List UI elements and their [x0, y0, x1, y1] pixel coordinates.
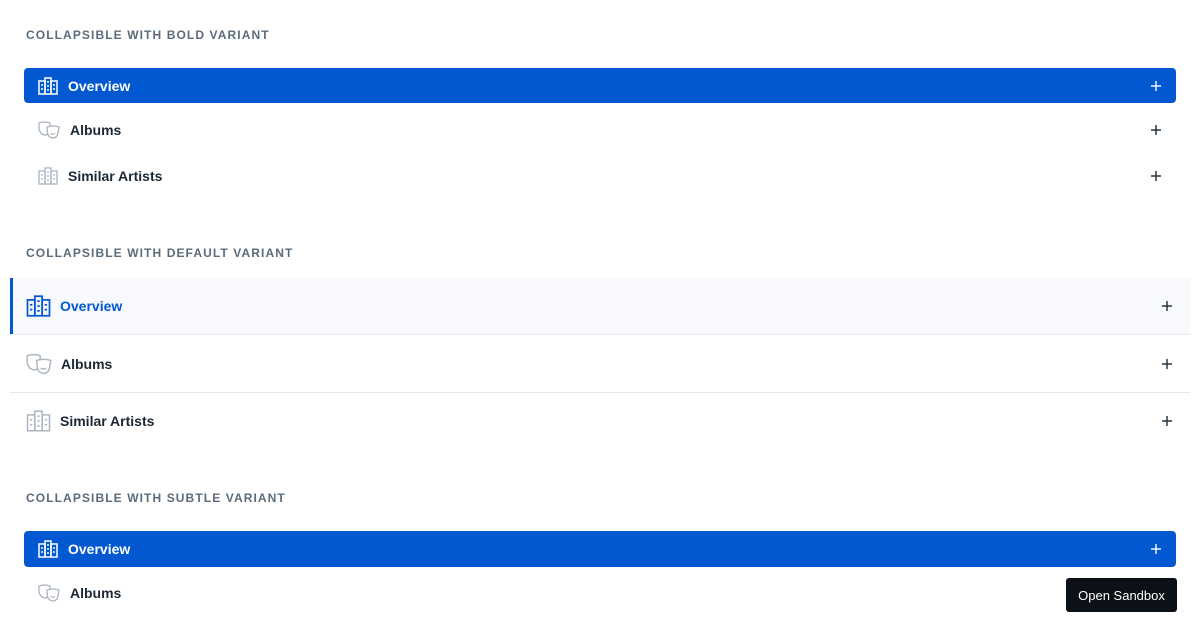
collapsible-label: Similar Artists	[60, 413, 155, 429]
collapsible-label: Albums	[70, 121, 122, 138]
page: COLLAPSIBLE WITH BOLD VARIANT Overview A…	[0, 0, 1200, 630]
collapsible-bold-overview[interactable]: Overview	[24, 68, 1176, 103]
theater-masks-icon	[26, 353, 52, 375]
building-icon	[38, 540, 58, 558]
building-icon	[26, 410, 51, 432]
section-title-bold: COLLAPSIBLE WITH BOLD VARIANT	[26, 28, 270, 42]
collapsible-label: Albums	[61, 355, 113, 372]
section-title-default: COLLAPSIBLE WITH DEFAULT VARIANT	[26, 246, 294, 260]
open-sandbox-button[interactable]: Open Sandbox	[1066, 578, 1177, 612]
collapsible-label: Overview	[60, 298, 123, 314]
collapsible-bold-similar-artists[interactable]: Similar Artists	[24, 158, 1176, 193]
building-icon	[38, 76, 58, 95]
collapsible-bold-albums[interactable]: Albums	[24, 112, 1176, 147]
building-icon	[26, 295, 51, 317]
plus-icon[interactable]	[1161, 300, 1173, 312]
collapsible-label: Overview	[68, 541, 131, 557]
collapsible-default-albums[interactable]: Albums	[10, 335, 1190, 392]
plus-icon[interactable]	[1150, 124, 1162, 136]
collapsible-subtle-overview[interactable]: Overview	[24, 531, 1176, 567]
collapsible-subtle-albums[interactable]: Albums	[24, 575, 1176, 610]
collapsible-label: Overview	[68, 77, 131, 94]
theater-masks-icon	[38, 120, 60, 139]
theater-masks-icon	[38, 583, 60, 602]
collapsible-label: Similar Artists	[68, 167, 163, 184]
plus-icon[interactable]	[1161, 415, 1173, 427]
collapsible-label: Albums	[70, 584, 122, 601]
plus-icon[interactable]	[1161, 358, 1173, 370]
plus-icon[interactable]	[1150, 170, 1162, 182]
plus-icon[interactable]	[1150, 543, 1162, 555]
plus-icon[interactable]	[1150, 80, 1162, 92]
collapsible-default-overview[interactable]: Overview	[10, 278, 1190, 334]
building-icon	[38, 166, 58, 185]
section-title-subtle: COLLAPSIBLE WITH SUBTLE VARIANT	[26, 491, 286, 505]
collapsible-default-similar-artists[interactable]: Similar Artists	[10, 393, 1190, 449]
